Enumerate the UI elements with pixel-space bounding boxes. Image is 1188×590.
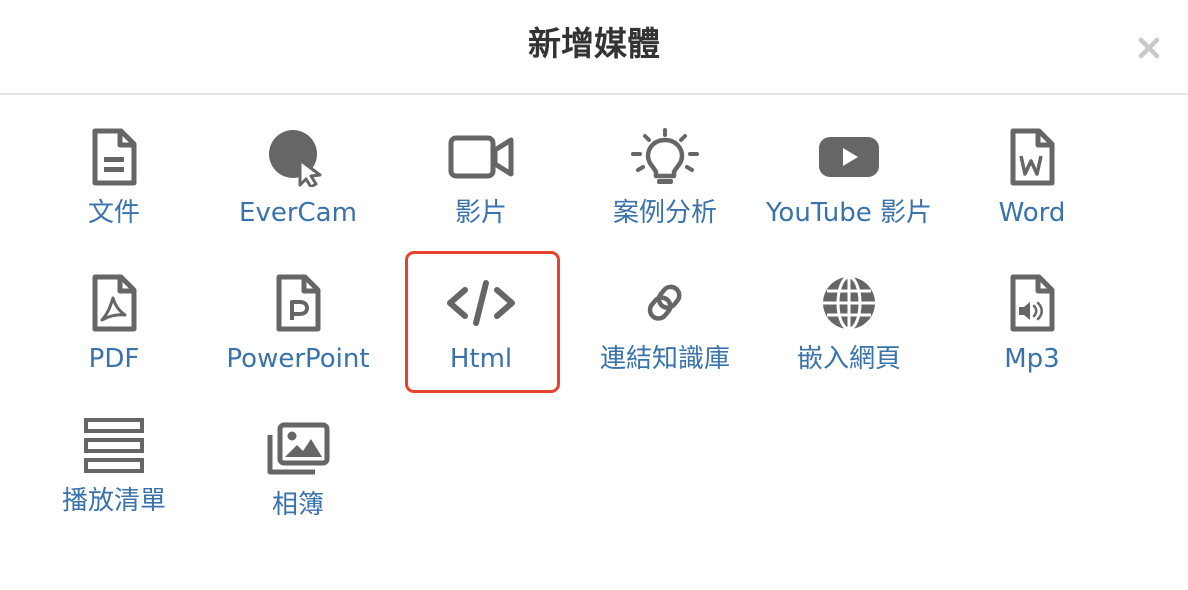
video-camera-icon — [448, 135, 514, 179]
media-option-pdf[interactable]: PDF — [22, 268, 206, 398]
media-option-video[interactable]: 影片 — [389, 122, 573, 252]
media-option-label: 相簿 — [271, 490, 324, 520]
globe-icon — [823, 275, 875, 331]
photo-album-icon — [267, 422, 330, 475]
media-option-label: PDF — [88, 344, 140, 374]
document-icon — [92, 128, 137, 186]
close-icon — [1138, 37, 1160, 59]
word-file-icon — [1010, 128, 1055, 186]
playlist-icon — [84, 418, 144, 473]
media-option-photo-album[interactable]: 相簿 — [206, 414, 390, 544]
dialog-title: 新增媒體 — [528, 24, 660, 63]
evercam-icon — [269, 130, 322, 187]
media-option-document[interactable]: 文件 — [22, 122, 206, 252]
media-option-label: PowerPoint — [226, 344, 370, 374]
add-media-dialog: 新增媒體 文件 EverCam 影片 案例分析 YouTube 影片 Word … — [0, 0, 1188, 590]
media-option-case-study[interactable]: 案例分析 — [573, 122, 757, 252]
lightbulb-icon — [631, 128, 699, 184]
powerpoint-file-icon — [276, 274, 321, 332]
media-option-label: 案例分析 — [612, 198, 717, 228]
dialog-header: 新增媒體 — [0, 0, 1188, 95]
media-option-label: 影片 — [454, 198, 507, 228]
media-option-powerpoint[interactable]: PowerPoint — [206, 268, 390, 398]
audio-file-icon — [1010, 274, 1055, 332]
media-option-label: Word — [998, 198, 1066, 228]
media-option-word[interactable]: Word — [940, 122, 1124, 252]
media-option-embed-webpage[interactable]: 嵌入網頁 — [757, 268, 941, 398]
media-option-label: 播放清單 — [61, 486, 166, 516]
media-option-youtube[interactable]: YouTube 影片 — [757, 122, 941, 252]
media-option-label: YouTube 影片 — [766, 198, 932, 228]
media-option-label: Mp3 — [1004, 344, 1060, 374]
media-option-label: 嵌入網頁 — [796, 344, 901, 374]
media-option-link-knowledge-base[interactable]: 連結知識庫 — [573, 268, 757, 398]
media-option-label: EverCam — [239, 198, 357, 228]
media-option-evercam[interactable]: EverCam — [206, 122, 390, 252]
pdf-file-icon — [92, 274, 137, 332]
link-icon — [647, 284, 682, 321]
close-button[interactable] — [1131, 30, 1167, 66]
media-option-label: 文件 — [87, 198, 140, 228]
media-option-mp3[interactable]: Mp3 — [940, 268, 1124, 398]
youtube-icon — [819, 137, 879, 177]
selection-highlight — [405, 251, 560, 393]
media-option-label: 連結知識庫 — [599, 344, 730, 374]
media-option-playlist[interactable]: 播放清單 — [22, 410, 206, 540]
